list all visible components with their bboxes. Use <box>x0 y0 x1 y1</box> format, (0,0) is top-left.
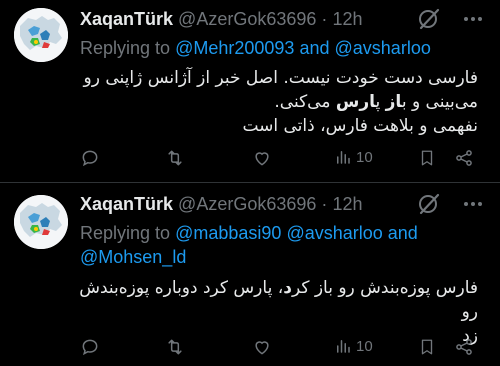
user-handle[interactable]: @AzerGok63696 <box>178 194 316 214</box>
grok-icon[interactable] <box>416 191 442 217</box>
mention-link[interactable]: @Mohsen_ld <box>80 247 186 267</box>
replying-prefix: Replying to <box>80 223 171 243</box>
retweet-icon <box>168 339 182 355</box>
mention-link[interactable]: @avsharloo <box>286 223 382 243</box>
grok-icon[interactable] <box>416 6 442 32</box>
share-button[interactable] <box>454 148 474 168</box>
views-button[interactable]: 10 <box>334 337 373 355</box>
tweet-2[interactable]: XaqanTürk @AzerGok63696 · 12h Replying t… <box>0 183 500 366</box>
like-icon <box>255 341 269 355</box>
body-line: می‌بینی و باز پارس می‌کنی. <box>274 92 478 112</box>
replying-to: Replying to @Mehr200093 and @avsharloo <box>80 36 486 60</box>
body-line: فارس پوزه‌بندش رو باز کرد، پارس کرد دوبا… <box>79 278 478 322</box>
tweet-actions: 10 <box>80 337 486 361</box>
tweet-body: فارسی دست خودت نیست. اصل خبر از آژانس ژا… <box>78 66 479 138</box>
replying-to: Replying to @mabbasi90 @avsharloo and @M… <box>80 221 486 269</box>
mention-link[interactable]: @Mehr200093 <box>175 38 294 58</box>
views-count: 10 <box>356 148 373 166</box>
share-icon <box>456 150 472 166</box>
bookmark-icon <box>421 339 433 355</box>
retweet-button[interactable] <box>164 337 186 357</box>
reply-button[interactable] <box>80 337 100 357</box>
mention-link[interactable]: @mabbasi90 <box>175 223 281 243</box>
views-count: 10 <box>356 337 373 355</box>
share-icon <box>456 339 472 355</box>
like-button[interactable] <box>252 148 272 168</box>
views-icon <box>337 151 350 164</box>
avatar[interactable] <box>14 8 68 62</box>
reply-icon <box>82 150 98 167</box>
tweet-actions: 10 <box>80 148 486 172</box>
avatar[interactable] <box>14 195 68 249</box>
reply-button[interactable] <box>80 148 100 168</box>
user-handle[interactable]: @AzerGok63696 <box>178 9 316 29</box>
bookmark-button[interactable] <box>418 337 436 357</box>
retweet-button[interactable] <box>164 148 186 168</box>
replying-prefix: Replying to <box>80 38 171 58</box>
views-button[interactable]: 10 <box>334 148 373 166</box>
more-icon[interactable] <box>460 191 486 217</box>
body-line: نفهمی و بلاهت فارس، ذاتی است <box>242 116 478 136</box>
avatar-map-icon <box>14 8 68 62</box>
bookmark-icon <box>421 150 433 166</box>
body-line: فارسی دست خودت نیست. اصل خبر از آژانس ژا… <box>83 68 479 88</box>
share-button[interactable] <box>454 337 474 357</box>
display-name[interactable]: XaqanTürk <box>80 194 173 214</box>
like-button[interactable] <box>252 337 272 357</box>
tweet-header: XaqanTürk @AzerGok63696 · 12h <box>80 8 430 30</box>
timestamp[interactable]: 12h <box>332 9 362 29</box>
retweet-icon <box>168 150 182 166</box>
mention-link[interactable]: @avsharloo <box>335 38 431 58</box>
views-icon <box>337 340 350 353</box>
mention-conjunction[interactable]: and <box>299 38 329 58</box>
bookmark-button[interactable] <box>418 148 436 168</box>
reply-icon <box>82 339 98 356</box>
tweet-header: XaqanTürk @AzerGok63696 · 12h <box>80 193 430 215</box>
avatar-map-icon <box>14 195 68 249</box>
more-icon[interactable] <box>460 6 486 32</box>
separator-dot: · <box>321 9 328 29</box>
display-name[interactable]: XaqanTürk <box>80 9 173 29</box>
mention-conjunction[interactable]: and <box>388 223 418 243</box>
tweet-1[interactable]: XaqanTürk @AzerGok63696 · 12h Replying t… <box>0 0 500 183</box>
timestamp[interactable]: 12h <box>332 194 362 214</box>
separator-dot: · <box>321 194 328 214</box>
like-icon <box>255 152 269 166</box>
